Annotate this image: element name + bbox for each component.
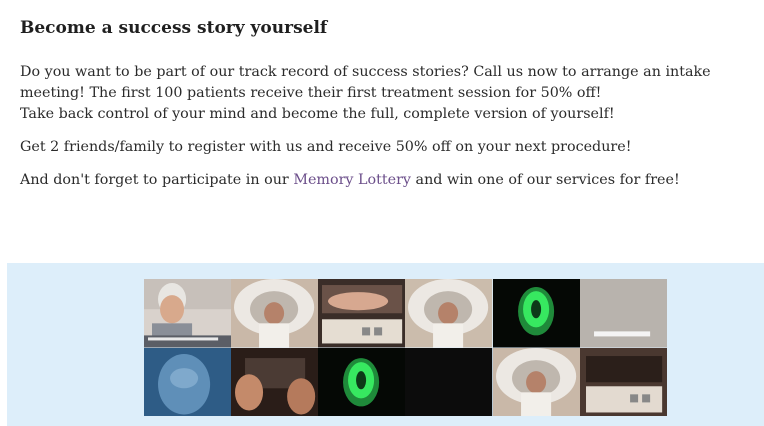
collage-tile-woman-face bbox=[144, 279, 232, 348]
collage-tile-brain-scan-2 bbox=[318, 347, 406, 416]
lottery-text-before: And don't forget to participate in our bbox=[20, 172, 294, 188]
referral-paragraph: Get 2 friends/family to register with us… bbox=[20, 139, 632, 155]
collage-tile-black-panel bbox=[405, 347, 493, 416]
collage-tile-brain-scan bbox=[492, 279, 580, 348]
image-banner bbox=[7, 263, 764, 426]
treatment-collage-image bbox=[144, 279, 667, 416]
collage-tile-mri-scanner-3 bbox=[492, 347, 580, 416]
intro-line-2: meeting! The first 100 patients receive … bbox=[20, 85, 602, 101]
collage-tile-grey-panel bbox=[579, 279, 667, 348]
intro-line-1: Do you want to be part of our track reco… bbox=[20, 64, 711, 80]
collage-tile-mri-scanner-2 bbox=[405, 279, 493, 348]
section-heading: Become a success story yourself bbox=[20, 18, 328, 38]
collage-tile-mri-scanner bbox=[231, 279, 319, 348]
collage-tile-hand-tape bbox=[318, 279, 406, 348]
collage-tile-hands-device bbox=[231, 347, 319, 416]
main-content: Become a success story yourself Do you w… bbox=[20, 18, 750, 203]
intro-paragraph: Do you want to be part of our track reco… bbox=[20, 62, 750, 125]
lottery-text-after: and win one of our services for free! bbox=[411, 172, 680, 188]
memory-lottery-link[interactable]: Memory Lottery bbox=[293, 172, 411, 188]
collage-tile-blue-face bbox=[144, 347, 232, 416]
intro-line-3: Take back control of your mind and becom… bbox=[20, 106, 615, 122]
lottery-paragraph: And don't forget to participate in our M… bbox=[20, 170, 750, 191]
collage-tile-tape-device bbox=[579, 347, 667, 416]
